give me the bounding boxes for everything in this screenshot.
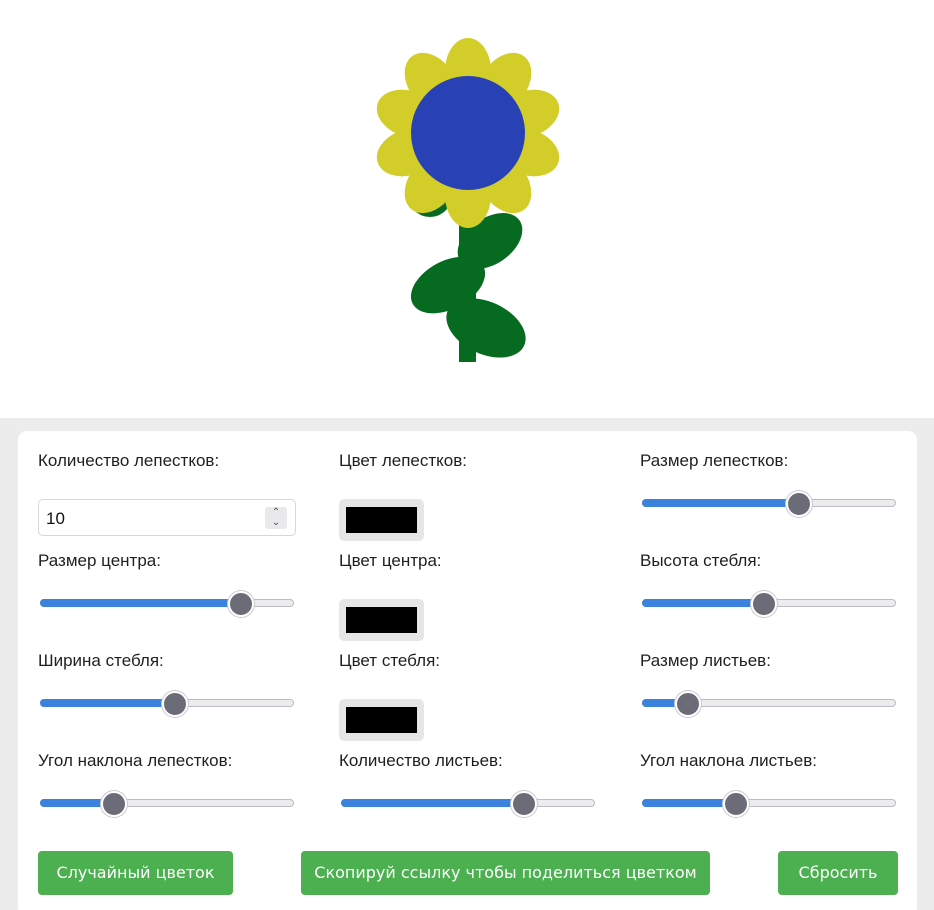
slider-thumb[interactable]: [675, 691, 701, 717]
reset-button[interactable]: Сбросить: [778, 851, 898, 895]
stem-height-slider[interactable]: [642, 589, 896, 617]
slider-thumb[interactable]: [751, 591, 777, 617]
petal-color-swatch: [346, 507, 417, 533]
slider-fill: [40, 599, 241, 607]
slider-thumb[interactable]: [101, 791, 127, 817]
stem-width-label: Ширина стебля:: [38, 651, 164, 670]
slider-fill: [642, 499, 799, 507]
leaf-count-slider[interactable]: [341, 789, 595, 817]
center-color-swatch: [346, 607, 417, 633]
leaf-angle-slider[interactable]: [642, 789, 896, 817]
flower-drawing: [376, 38, 560, 362]
center-color-label: Цвет центра:: [339, 551, 442, 570]
flower-center: [411, 76, 525, 190]
petal-count-label: Количество лепестков:: [38, 451, 220, 470]
stem-color-picker[interactable]: [339, 699, 424, 741]
slider-fill: [341, 799, 524, 807]
slider-fill: [642, 799, 736, 807]
slider-thumb[interactable]: [511, 791, 537, 817]
flower-canvas: [0, 0, 934, 418]
petal-angle-slider[interactable]: [40, 789, 294, 817]
slider-thumb[interactable]: [228, 591, 254, 617]
slider-fill: [642, 599, 764, 607]
slider-thumb[interactable]: [786, 491, 812, 517]
stem-width-slider[interactable]: [40, 689, 294, 717]
slider-thumb[interactable]: [162, 691, 188, 717]
random-flower-button[interactable]: Случайный цветок: [38, 851, 233, 895]
stem-height-label: Высота стебля:: [640, 551, 762, 570]
petal-angle-label: Угол наклона лепестков:: [38, 751, 233, 770]
stem-color-label: Цвет стебля:: [339, 651, 440, 670]
chevron-down-icon[interactable]: ⌄: [265, 518, 287, 528]
petal-color-picker[interactable]: [339, 499, 424, 541]
petal-count-value: 10: [46, 509, 65, 528]
stem-color-swatch: [346, 707, 417, 733]
petal-count-input[interactable]: 10 ⌃ ⌄: [38, 499, 296, 536]
center-size-slider[interactable]: [40, 589, 294, 617]
center-size-label: Размер центра:: [38, 551, 161, 570]
center-color-picker[interactable]: [339, 599, 424, 641]
petal-color-label: Цвет лепестков:: [339, 451, 467, 470]
petal-size-label: Размер лепестков:: [640, 451, 789, 470]
settings-panel: Количество лепестков: 10 ⌃ ⌄ Цвет лепест…: [18, 431, 917, 910]
leaf-size-label: Размер листьев:: [640, 651, 771, 670]
petal-count-stepper[interactable]: ⌃ ⌄: [265, 507, 287, 529]
leaf-angle-label: Угол наклона листьев:: [640, 751, 817, 770]
share-link-button[interactable]: Скопируй ссылку чтобы поделиться цветком: [301, 851, 710, 895]
petal-size-slider[interactable]: [642, 489, 896, 517]
slider-thumb[interactable]: [723, 791, 749, 817]
leaf-size-slider[interactable]: [642, 689, 896, 717]
leaf-count-label: Количество листьев:: [339, 751, 503, 770]
slider-fill: [40, 699, 175, 707]
